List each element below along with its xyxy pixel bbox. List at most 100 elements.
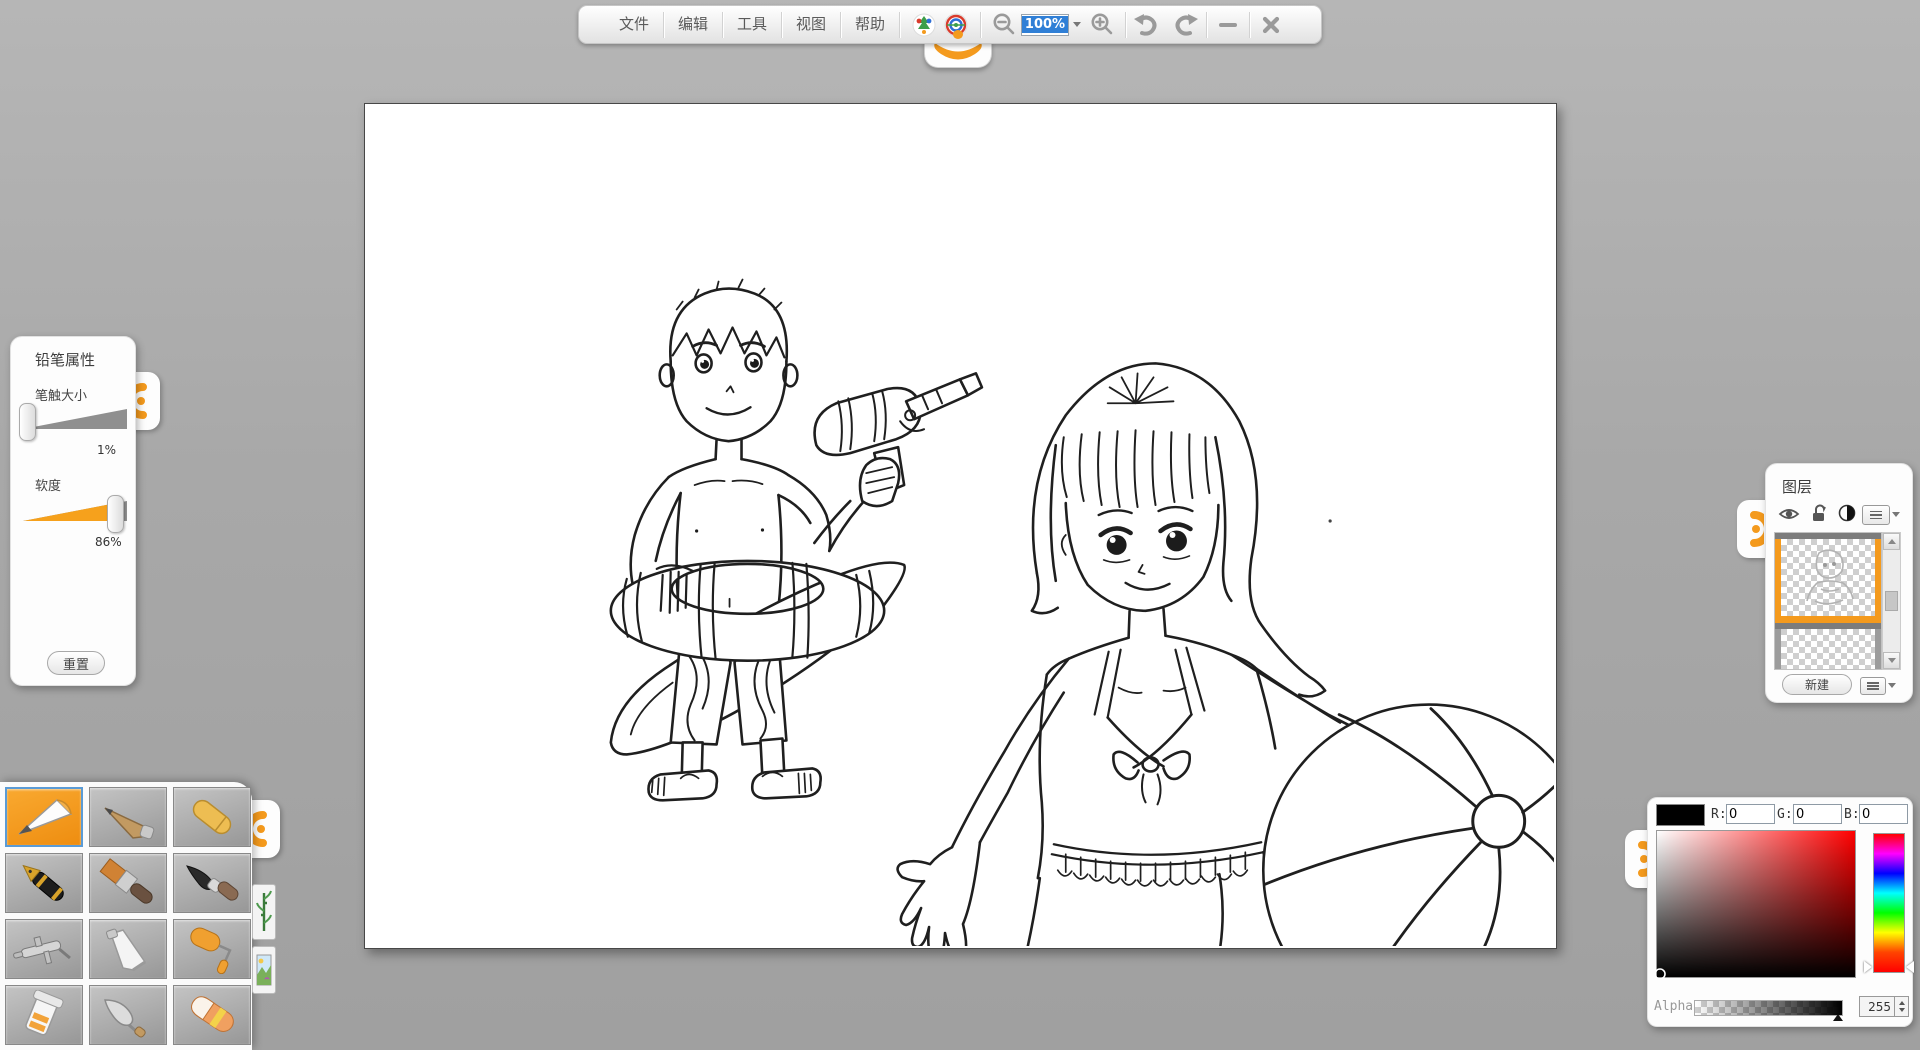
softness-slider-thumb[interactable] [107,495,124,533]
brush-size-slider-thumb[interactable] [19,403,36,441]
tool-paint-roller[interactable] [173,919,251,979]
zoom-in-icon[interactable] [1085,10,1119,40]
bamboo-icon [256,889,272,935]
beach-ball [1263,705,1554,946]
zoom-level-value: 100% [1022,16,1068,33]
hue-bar[interactable] [1873,833,1905,973]
b-label: B: [1844,807,1860,822]
brush-size-slider[interactable] [19,401,131,441]
menu-edit[interactable]: 编辑 [664,10,722,39]
layer-list[interactable] [1774,532,1882,670]
new-layer-button-label: 新建 [1805,676,1829,693]
tool-pencil[interactable] [5,787,83,847]
layer-menu-caret[interactable] [1892,512,1900,517]
reset-button[interactable]: 重置 [47,651,105,675]
tool-airbrush[interactable] [5,919,83,979]
alpha-value: 255 [1860,1000,1894,1014]
picture-stamp-button[interactable] [252,946,276,994]
mascot-smile-tab [924,40,992,68]
layers-panel: 图层 [1765,463,1913,703]
menu-file[interactable]: 文件 [605,10,663,39]
clown-eye-left-icon[interactable] [908,10,940,40]
mascot-nose-icon [953,30,963,39]
layer-scroll-up[interactable] [1883,533,1900,550]
eraser-icon [177,990,247,1040]
layer-scrollbar[interactable] [1882,532,1901,670]
tool-paint-jar[interactable] [5,985,83,1045]
alpha-marker[interactable] [1833,1014,1843,1021]
zoom-dropdown-caret[interactable] [1069,10,1085,40]
paint-tube-icon [93,924,163,974]
layers-panel-title: 图层 [1782,476,1812,497]
canvas-artwork [365,104,1554,946]
alpha-slider[interactable] [1694,1000,1843,1016]
softness-slider[interactable] [19,493,131,533]
new-layer-button[interactable]: 新建 [1782,674,1852,695]
menu-view[interactable]: 视图 [782,10,840,39]
layer-bottom-menu-caret[interactable] [1888,683,1896,688]
softness-value: 86% [95,535,122,549]
hue-marker-left[interactable] [1864,961,1872,973]
selected-layer-border [1775,539,1781,623]
paint-jar-icon [9,990,79,1040]
undo-icon[interactable] [1126,10,1166,40]
hue-marker-right[interactable] [1906,961,1914,973]
pencil-icon [9,792,79,842]
layer-scroll-thumb[interactable] [1885,591,1898,611]
color-picker-panel: R: G: B: Alpha 255 [1647,797,1913,1027]
softness-label: 软度 [35,475,61,494]
selected-layer-border [1875,539,1881,623]
tool-palette-knife[interactable] [89,985,167,1045]
bamboo-stamp-button[interactable] [252,884,276,940]
alpha-label: Alpha [1654,999,1693,1014]
zoom-out-icon[interactable] [987,10,1021,40]
layer-contrast-icon[interactable] [1838,504,1856,526]
drawing-canvas[interactable] [364,103,1557,949]
pencil-properties-panel: 铅笔属性 笔触大小 1% 软度 86% 重置 [10,336,136,686]
saturation-value-square[interactable] [1656,830,1856,978]
tool-crayon[interactable] [173,787,251,847]
tool-palette-handle[interactable] [250,800,280,858]
layer-scroll-down[interactable] [1883,652,1900,669]
toolbar-separator [899,12,900,38]
brush-size-value: 1% [97,443,116,457]
g-label: G: [1777,807,1793,822]
close-icon[interactable] [1250,10,1292,40]
layer-thumbnail [1797,545,1861,613]
redo-icon[interactable] [1166,10,1206,40]
picture-stamp-icon [256,951,272,989]
tool-flat-brush[interactable] [89,853,167,913]
tool-eraser[interactable] [173,985,251,1045]
layer-menu-icon[interactable] [1862,505,1890,525]
paint-roller-icon [177,924,247,974]
palette-knife-icon [93,990,163,1040]
main-toolbar: 文件 编辑 工具 视图 帮助 [578,5,1322,44]
stray-pencil-dot [1329,519,1332,522]
tool-palette [0,782,252,1050]
current-color-swatch [1656,804,1705,826]
layer-bottom-menu-icon[interactable] [1860,677,1886,695]
b-input[interactable] [1859,804,1908,824]
layers-panel-handle[interactable] [1737,500,1767,558]
alpha-spinner[interactable] [1894,997,1908,1016]
g-input[interactable] [1793,804,1842,824]
layer-unlock-icon[interactable] [1810,504,1828,527]
menu-help[interactable]: 帮助 [841,10,899,39]
pencil-panel-title: 铅笔属性 [35,349,95,370]
r-input[interactable] [1726,804,1775,824]
layer-visibility-eye-icon[interactable] [1778,506,1800,526]
selected-layer-border [1775,616,1881,623]
airbrush-icon [9,924,79,974]
reset-button-label: 重置 [63,654,89,673]
minimize-icon[interactable] [1207,10,1249,40]
tool-wood-pencil[interactable] [89,787,167,847]
zoom-level-display[interactable]: 100% [1021,14,1069,36]
crayon-icon [177,792,247,842]
menu-tools[interactable]: 工具 [723,10,781,39]
boy-figure [611,280,982,801]
tool-paint-tube[interactable] [89,919,167,979]
alpha-value-box[interactable]: 255 [1859,996,1909,1017]
tool-fountain-pen[interactable] [5,853,83,913]
tool-ink-brush[interactable] [173,853,251,913]
flat-brush-icon [93,858,163,908]
